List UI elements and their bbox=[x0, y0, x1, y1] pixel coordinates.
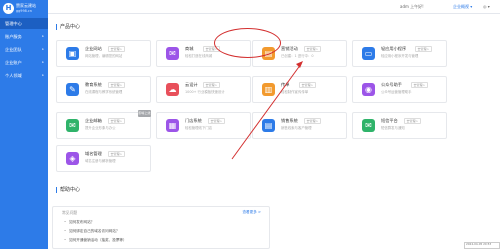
manage-link[interactable]: 去管理> bbox=[404, 118, 421, 124]
sidebar-item-enterprise-team[interactable]: 企业团队 ▸ bbox=[0, 44, 48, 55]
manage-link[interactable]: 去管理> bbox=[304, 118, 321, 124]
card-title: 短信平台 bbox=[381, 118, 398, 123]
product-card-website[interactable]: ▣ 企业网站 去管理> 网站管理，编辑您的网站 bbox=[56, 40, 151, 67]
manage-link[interactable]: 去管理> bbox=[304, 46, 321, 52]
mailbox-icon: ✉ bbox=[66, 119, 79, 132]
cloud-design-icon: ☁ bbox=[166, 83, 179, 96]
floating-timestamp: 2024-04-05 20:53 bbox=[464, 242, 500, 249]
card-title: 商城 bbox=[185, 46, 194, 51]
help-link[interactable]: 如何发布网站？ bbox=[64, 220, 94, 225]
sales-icon: ▤ bbox=[262, 119, 275, 132]
manage-link[interactable]: 去管理> bbox=[208, 118, 225, 124]
chevron-right-icon: ▸ bbox=[42, 47, 44, 51]
product-card-domain[interactable]: ◈ 域名管理 去管理> 域名注册与解析管理 bbox=[56, 145, 151, 172]
product-card-mini-program[interactable]: ▭ 轻应用小程序 去管理> 轻应用小程序开发与管理 bbox=[352, 40, 447, 67]
card-title: 门店系统 bbox=[185, 118, 202, 123]
user-menu[interactable]: ◎ ▾ bbox=[483, 4, 490, 9]
highlight-ellipse bbox=[214, 28, 281, 58]
card-description: 轻应用小程序开发与管理 bbox=[381, 54, 419, 58]
card-title: 销售系统 bbox=[281, 118, 298, 123]
sms-icon: ✉ bbox=[362, 119, 375, 132]
product-card-sms[interactable]: ✉ 短信平台 去管理> 短信群发与通知 bbox=[352, 112, 447, 139]
card-title: 营销活动 bbox=[281, 46, 298, 51]
card-description: 1000+ 行业模板快速设计 bbox=[185, 90, 225, 94]
greeting-text: adm 上午好! bbox=[400, 4, 424, 9]
mini-program-icon: ▭ bbox=[362, 47, 375, 60]
chevron-right-icon: ▸ bbox=[42, 34, 44, 38]
brand-logo[interactable]: H 赞家云建站 gg998.cn bbox=[3, 3, 47, 15]
education-icon: ✎ bbox=[66, 83, 79, 96]
card-description: 公众号运营管理助手 bbox=[381, 90, 412, 94]
coming-soon-tag: 即将上线 bbox=[138, 110, 151, 117]
sidebar-item-management-center[interactable]: 管理中心 bbox=[0, 18, 48, 29]
logo-icon: H bbox=[3, 3, 14, 14]
help-center-title: 帮助中心 bbox=[56, 187, 80, 193]
manage-link[interactable]: 去管理> bbox=[415, 46, 432, 52]
manage-link[interactable]: 去管理> bbox=[203, 82, 220, 88]
view-more-link[interactable]: 查看更多 > bbox=[242, 210, 261, 215]
card-description: 轻松管理线下门店 bbox=[185, 126, 213, 130]
store-icon: ▦ bbox=[166, 119, 179, 132]
sidebar-item-label: 账户服务 bbox=[5, 34, 22, 39]
product-card-sales[interactable]: ▤ 销售系统 去管理> 销售线索与客户管理 bbox=[252, 112, 347, 139]
sidebar-item-label: 管理中心 bbox=[5, 21, 22, 26]
sidebar: H 赞家云建站 gg998.cn 管理中心 账户服务 ▸ 企业团队 ▸ 企业账户… bbox=[0, 0, 48, 249]
manage-link[interactable]: 去管理> bbox=[411, 82, 428, 88]
product-card-store[interactable]: ▦ 门店系统 去管理> 轻松管理线下门店 bbox=[156, 112, 251, 139]
card-title: 云设计 bbox=[185, 82, 198, 87]
card-title: 教育系统 bbox=[85, 82, 102, 87]
product-card-flyer[interactable]: ▥ 传单 去管理> 轻松制作宣传传单 bbox=[252, 76, 347, 103]
sidebar-item-label: 个人领域 bbox=[5, 73, 22, 78]
card-description: 网站管理，编辑您的网站 bbox=[85, 54, 123, 58]
card-description: 销售线索与客户管理 bbox=[281, 126, 312, 130]
manage-link[interactable]: 去管理> bbox=[108, 151, 125, 157]
card-title: 轻应用小程序 bbox=[381, 46, 407, 51]
card-title: 企业网站 bbox=[85, 46, 102, 51]
help-link[interactable]: 如何开通营销活动（抽奖、投票等） bbox=[64, 238, 127, 243]
product-card-official-account[interactable]: ◉ 公众号助手 去管理> 公众号运营管理助手 bbox=[352, 76, 447, 103]
card-description: 短信群发与通知 bbox=[381, 126, 405, 130]
card-description: 域名注册与解析管理 bbox=[85, 159, 116, 163]
brand-url: gg998.cn bbox=[16, 9, 32, 13]
chevron-right-icon: ▸ bbox=[42, 73, 44, 77]
sidebar-item-enterprise-account[interactable]: 企业账户 ▸ bbox=[0, 57, 48, 68]
sidebar-item-account-service[interactable]: 账户服务 ▸ bbox=[0, 31, 48, 42]
top-bar: adm 上午好! 企业概视 ▾ ◎ ▾ bbox=[48, 0, 500, 14]
card-description: 轻松打造在线商城 bbox=[185, 54, 213, 58]
website-icon: ▣ bbox=[66, 47, 79, 60]
card-title: 传单 bbox=[281, 82, 290, 87]
mall-icon: ✉ bbox=[166, 47, 179, 60]
card-title: 企业邮箱 bbox=[85, 118, 102, 123]
chevron-right-icon: ▸ bbox=[42, 60, 44, 64]
help-box: 常见问题 查看更多 > 如何发布网站？ 如何绑定自己的域名访问网站？ 如何开通营… bbox=[52, 206, 270, 249]
manage-link[interactable]: 去管理> bbox=[108, 46, 125, 52]
product-card-education[interactable]: ✎ 教育系统 去管理> 在线课程与教学系统管理 bbox=[56, 76, 151, 103]
card-title: 公众号助手 bbox=[381, 82, 402, 87]
brand-name: 赞家云建站 bbox=[16, 3, 36, 8]
manage-link[interactable]: 去管理> bbox=[299, 82, 316, 88]
faq-heading: 常见问题 bbox=[62, 210, 78, 215]
sidebar-item-label: 企业团队 bbox=[5, 47, 22, 52]
enterprise-overview-link[interactable]: 企业概视 ▾ bbox=[453, 4, 472, 9]
help-link[interactable]: 如何绑定自己的域名访问网站？ bbox=[64, 229, 119, 234]
product-center-title: 产品中心 bbox=[56, 24, 80, 30]
card-description: 已创建：1 进行中：0 bbox=[281, 54, 314, 58]
card-title: 域名管理 bbox=[85, 151, 102, 156]
domain-icon: ◈ bbox=[66, 152, 79, 165]
flyer-icon: ▥ bbox=[262, 83, 275, 96]
sidebar-item-personal[interactable]: 个人领域 ▸ bbox=[0, 70, 48, 81]
card-description: 在线课程与教学系统管理 bbox=[85, 90, 123, 94]
sidebar-item-label: 企业账户 bbox=[5, 60, 22, 65]
official-account-icon: ◉ bbox=[362, 83, 375, 96]
manage-link[interactable]: 去管理> bbox=[108, 82, 125, 88]
card-description: 轻松制作宣传传单 bbox=[281, 90, 309, 94]
product-card-cloud-design[interactable]: ☁ 云设计 去管理> 1000+ 行业模板快速设计 bbox=[156, 76, 251, 103]
manage-link[interactable]: 去管理> bbox=[108, 118, 125, 124]
card-description: 提升企业形象与办公 bbox=[85, 126, 116, 130]
product-card-enterprise-mailbox[interactable]: ✉ 企业邮箱 去管理> 提升企业形象与办公 即将上线 bbox=[56, 110, 151, 139]
